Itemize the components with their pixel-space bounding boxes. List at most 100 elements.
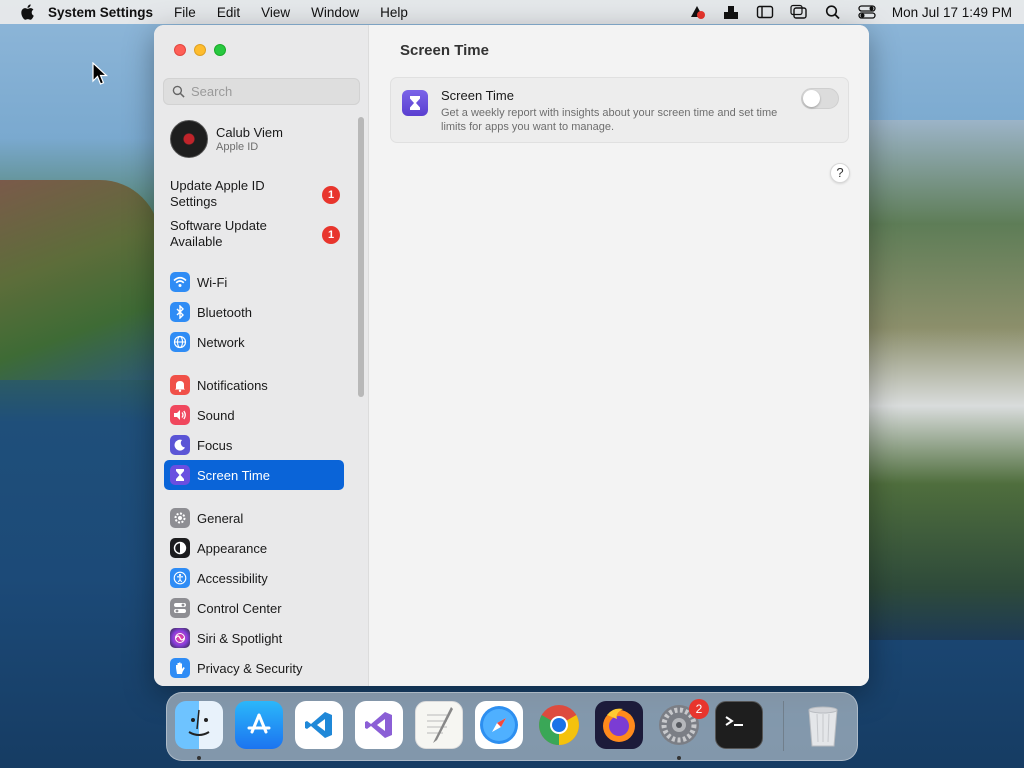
sidebar-item-label: Bluetooth xyxy=(197,304,252,320)
sidebar-item-label: Screen Time xyxy=(197,467,270,483)
dock-visual-studio[interactable] xyxy=(355,701,403,749)
status-app-icon[interactable] xyxy=(688,4,706,20)
menu-bar: System Settings File Edit View Window He… xyxy=(0,0,1024,24)
notification-badge: 1 xyxy=(322,226,340,244)
sidebar-item-label: Appearance xyxy=(197,540,268,556)
page-title: Screen Time xyxy=(400,42,489,59)
window-controls xyxy=(174,44,226,56)
toggle-knob xyxy=(803,90,820,107)
update-apple-id-row[interactable]: Update Apple ID Settings 1 xyxy=(170,178,340,210)
sidebar-item-label: General xyxy=(197,510,244,526)
control-center-icon[interactable] xyxy=(858,4,876,20)
cloud-upload-icon[interactable] xyxy=(722,4,740,20)
dock-trash[interactable] xyxy=(799,701,847,749)
menu-view[interactable]: View xyxy=(261,5,290,20)
screen-time-toggle[interactable] xyxy=(801,88,839,109)
dock-notification-badge: 2 xyxy=(689,699,709,719)
dock: 2 xyxy=(166,692,858,761)
finder-icon xyxy=(188,709,210,736)
stage-manager-icon[interactable] xyxy=(790,4,808,20)
sidebar-item-control-center[interactable]: Control Center xyxy=(164,593,344,623)
mouse-cursor-icon xyxy=(92,62,108,85)
sidebar-item-label: Focus xyxy=(197,437,233,453)
menu-clock[interactable]: Mon Jul 17 1:49 PM xyxy=(892,5,1012,20)
dock-firefox[interactable] xyxy=(595,701,643,749)
appearance-icon xyxy=(170,538,190,558)
trash-icon xyxy=(808,706,838,747)
sidebar-item-label: Notifications xyxy=(197,377,268,393)
wallpaper-left xyxy=(0,180,160,380)
minimize-window-button[interactable] xyxy=(194,44,206,56)
sidebar-item-general[interactable]: General xyxy=(164,503,344,533)
close-window-button[interactable] xyxy=(174,44,186,56)
vscode-icon xyxy=(305,712,332,738)
help-button[interactable]: ? xyxy=(830,163,850,183)
speaker-icon xyxy=(170,405,190,425)
sidebar-item-siri-spotlight[interactable]: Siri & Spotlight xyxy=(164,623,344,653)
textedit-icon xyxy=(427,707,453,743)
gear-icon xyxy=(170,508,190,528)
dock-running-indicator xyxy=(677,756,681,760)
sidebar-item-privacy-security[interactable]: Privacy & Security xyxy=(164,653,344,683)
card-title: Screen Time xyxy=(441,88,514,103)
hand-icon xyxy=(170,658,190,678)
menu-app-name[interactable]: System Settings xyxy=(48,5,153,20)
search-input[interactable] xyxy=(191,84,351,99)
dock-terminal[interactable] xyxy=(715,701,763,749)
sidebar-item-focus[interactable]: Focus xyxy=(164,430,344,460)
accessibility-icon xyxy=(170,568,190,588)
globe-icon xyxy=(170,332,190,352)
alert-label: Software Update Available xyxy=(170,218,267,249)
dock-finder[interactable] xyxy=(175,701,223,749)
sidebar-item-bluetooth[interactable]: Bluetooth xyxy=(164,297,344,327)
sidebar-item-screen-time[interactable]: Screen Time xyxy=(164,460,344,490)
sidebar-item-notifications[interactable]: Notifications xyxy=(164,370,344,400)
menu-help[interactable]: Help xyxy=(380,5,408,20)
terminal-icon xyxy=(725,716,743,726)
dock-running-indicator xyxy=(197,756,201,760)
apple-id-row[interactable]: Calub Viem Apple ID xyxy=(170,120,283,158)
alert-label: Update Apple ID Settings xyxy=(170,178,265,209)
menu-window[interactable]: Window xyxy=(311,5,359,20)
switches-icon xyxy=(170,598,190,618)
search-field[interactable] xyxy=(163,78,360,105)
software-update-row[interactable]: Software Update Available 1 xyxy=(170,218,340,250)
screen-time-card: Screen Time Get a weekly report with ins… xyxy=(390,77,849,143)
sidebar-item-wifi[interactable]: Wi-Fi xyxy=(164,267,344,297)
dock-chrome[interactable] xyxy=(535,701,583,749)
wifi-icon xyxy=(170,272,190,292)
sidebar-item-label: Wi-Fi xyxy=(197,274,228,290)
zoom-window-button[interactable] xyxy=(214,44,226,56)
dock-textedit[interactable] xyxy=(415,701,463,749)
menu-file[interactable]: File xyxy=(174,5,196,20)
content-pane: Screen Time Screen Time Get a weekly rep… xyxy=(370,25,869,686)
search-icon xyxy=(172,85,185,98)
search-icon[interactable] xyxy=(824,4,842,20)
sidebar-item-label: Privacy & Security xyxy=(197,660,303,676)
sidebar-item-accessibility[interactable]: Accessibility xyxy=(164,563,344,593)
dock-vscode[interactable] xyxy=(295,701,343,749)
sidebar-item-label: Sound xyxy=(197,407,235,423)
card-description: Get a weekly report with insights about … xyxy=(441,107,778,133)
sidebar-item-label: Network xyxy=(197,334,245,350)
menu-edit[interactable]: Edit xyxy=(217,5,240,20)
sidebar-scrollbar[interactable] xyxy=(358,117,364,397)
firefox-icon xyxy=(603,708,635,742)
sidebar-item-label: Control Center xyxy=(197,600,282,616)
sidebar-item-sound[interactable]: Sound xyxy=(164,400,344,430)
sidebar-item-appearance[interactable]: Appearance xyxy=(164,533,344,563)
visual-studio-icon xyxy=(365,712,392,738)
dock-safari[interactable] xyxy=(475,701,523,749)
avatar xyxy=(170,120,208,158)
hourglass-icon xyxy=(170,465,190,485)
apple-menu-icon[interactable] xyxy=(18,3,36,21)
bell-icon xyxy=(170,375,190,395)
user-name: Calub Viem xyxy=(216,125,283,140)
notification-badge: 1 xyxy=(322,186,340,204)
sidebar-item-label: Accessibility xyxy=(197,570,268,586)
sidebar-item-label: Siri & Spotlight xyxy=(197,630,283,646)
sidebar-item-network[interactable]: Network xyxy=(164,327,344,357)
dock-app-store[interactable] xyxy=(235,701,283,749)
sidebar-toggle-icon[interactable] xyxy=(756,4,774,20)
moon-icon xyxy=(170,435,190,455)
